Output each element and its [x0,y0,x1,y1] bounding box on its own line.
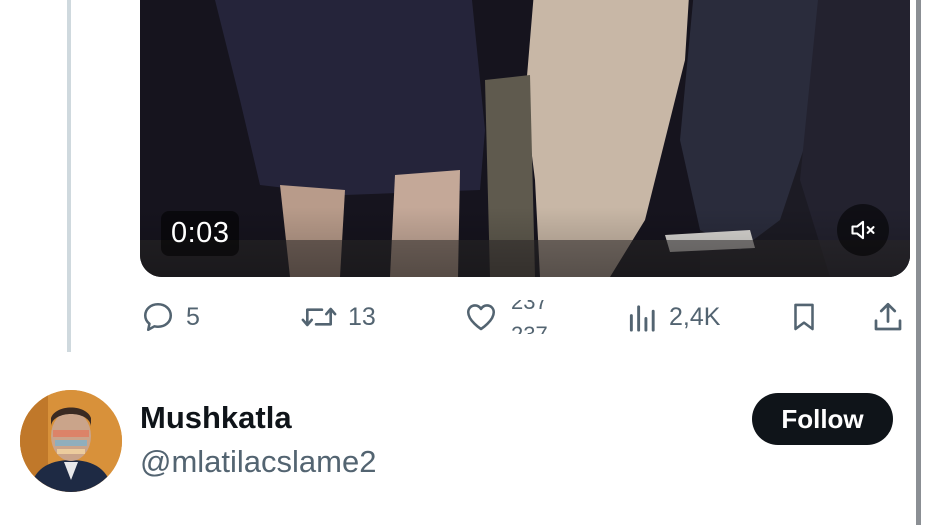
like-button[interactable]: 237 237 [463,293,559,341]
like-count-rolling: 237 237 [511,300,559,334]
mute-toggle-button[interactable] [837,204,889,256]
volume-muted-icon [851,220,875,240]
like-count-incoming: 237 [511,324,548,335]
video-timestamp: 0:03 [161,211,240,256]
retweet-count: 13 [348,302,376,331]
reply-button[interactable]: 5 [140,293,200,341]
views-button[interactable]: 2,4K [627,293,720,341]
reply-count: 5 [186,302,200,331]
retweet-button[interactable]: 13 [300,293,376,341]
heart-icon [466,304,496,331]
video-bottom-shade [140,207,910,277]
retweet-icon [301,307,337,327]
bookmark-icon [794,303,814,331]
reply-icon [143,302,173,332]
tweet-video-player[interactable]: 0:03 [140,0,910,277]
tweet-action-bar: 5 13 237 237 2,4K [0,293,930,341]
analytics-icon [629,305,655,332]
avatar-image [20,390,122,492]
avatar[interactable] [20,390,122,492]
like-count-outgoing: 237 [511,300,548,314]
share-icon [874,302,902,331]
share-button[interactable] [870,293,906,341]
suggested-user-row[interactable]: Mushkatla @mlatilacslame2 Follow [0,388,930,498]
bookmark-button[interactable] [787,293,821,341]
user-handle[interactable]: @mlatilacslame2 [140,444,376,480]
user-display-name[interactable]: Mushkatla [140,400,292,436]
views-count: 2,4K [669,302,721,331]
follow-button[interactable]: Follow [752,393,893,445]
